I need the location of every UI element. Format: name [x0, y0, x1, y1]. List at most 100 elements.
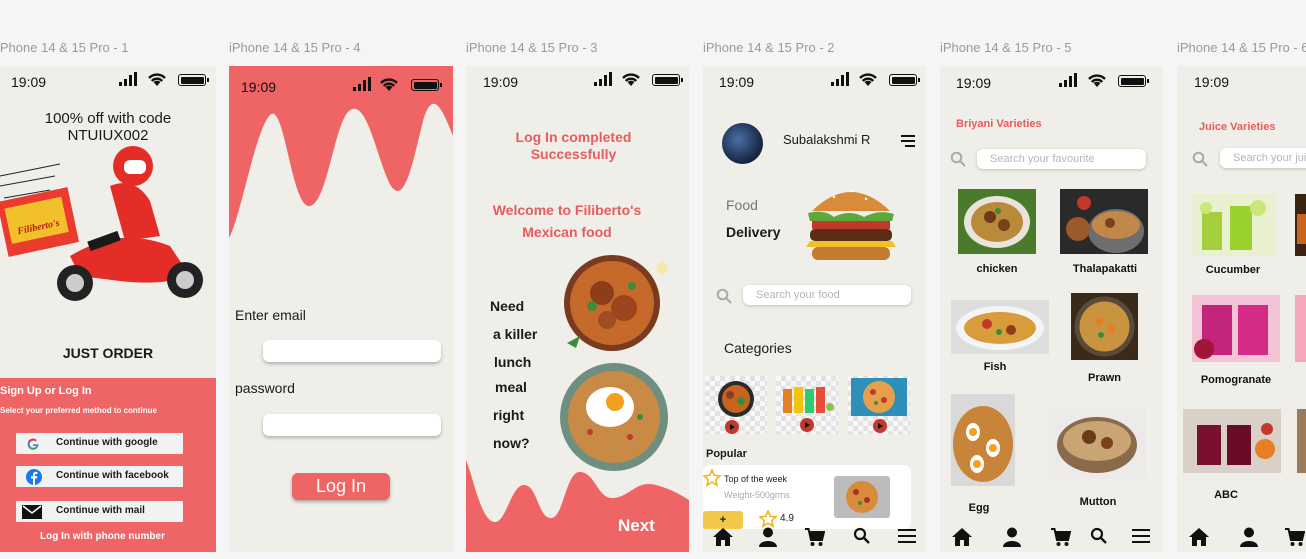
food-label: Egg: [968, 502, 990, 514]
profile-icon[interactable]: [1003, 527, 1021, 547]
tagline-line: Need: [490, 298, 525, 314]
search-input[interactable]: Search your food: [743, 285, 911, 305]
cart-icon[interactable]: [1285, 527, 1305, 547]
signal-icon: [831, 72, 849, 86]
status-time: 19:09: [1194, 74, 1230, 90]
categories-heading: Categories: [724, 340, 792, 356]
status-bar: 19:09: [466, 66, 689, 96]
search-nav-icon[interactable]: [1090, 527, 1108, 545]
user-name: Subalakshmi R: [783, 132, 871, 147]
juice-thumb-partial: [1295, 295, 1306, 362]
search-icon[interactable]: [716, 288, 732, 304]
signup-subtitle: Select your preferred method to continue: [0, 406, 157, 415]
burger-image: [806, 189, 896, 260]
top-of-week-label: Top of the week: [724, 474, 788, 484]
signal-icon: [353, 77, 371, 91]
frame-label-5: iPhone 14 & 15 Pro - 5: [940, 40, 1072, 55]
just-order-heading: JUST ORDER: [62, 345, 154, 361]
pomogranate-juice-image[interactable]: [1192, 295, 1280, 362]
success-message: Log In completed Successfully: [515, 129, 632, 162]
mail-icon: [22, 505, 42, 519]
screen-home: 19:09 Subalakshmi R Food Delivery Search…: [703, 66, 926, 552]
abc-juice-image[interactable]: [1183, 409, 1281, 473]
search-input[interactable]: Search your favourite: [977, 149, 1146, 169]
tagline-line: meal: [495, 379, 527, 395]
screen-login: 19:09 Enter email password Log In: [229, 66, 453, 552]
status-time: 19:09: [483, 74, 519, 90]
cucumber-juice-image[interactable]: [1192, 194, 1276, 256]
promo-text: 100% off with code NTUIUX002: [44, 110, 172, 144]
search-icon[interactable]: [950, 151, 966, 167]
fish-briyani-image[interactable]: [951, 300, 1049, 354]
wifi-icon: [148, 73, 166, 86]
search-nav-icon[interactable]: [853, 527, 871, 545]
home-icon[interactable]: [1188, 527, 1210, 547]
play-icon: [800, 418, 814, 432]
category-card[interactable]: [776, 376, 838, 434]
battery-icon: [411, 79, 442, 91]
status-bar: 19:09: [1177, 66, 1306, 96]
tagline-line: a killer: [493, 326, 538, 342]
star-outline-icon: [703, 469, 721, 487]
continue-mail-button[interactable]: Continue with mail: [16, 501, 183, 522]
category-curry-image: [718, 381, 754, 417]
signal-icon: [594, 72, 612, 86]
menu-nav-icon[interactable]: [898, 529, 916, 543]
chicken-briyani-image[interactable]: [958, 189, 1036, 254]
password-input[interactable]: [263, 414, 441, 436]
profile-icon[interactable]: [759, 527, 777, 547]
search-input[interactable]: Search your juice: [1220, 148, 1306, 168]
email-input[interactable]: [263, 340, 441, 362]
home-icon[interactable]: [951, 527, 973, 547]
avatar[interactable]: [722, 123, 763, 164]
thalapakatti-image[interactable]: [1060, 189, 1148, 254]
food-text: Food: [726, 197, 758, 213]
category-pizza-image: [851, 378, 907, 416]
frame-label-3: iPhone 14 & 15 Pro - 3: [466, 40, 598, 55]
next-button[interactable]: Next: [618, 516, 655, 536]
egg-briyani-image[interactable]: [951, 394, 1015, 486]
juice-thumb-partial: [1297, 409, 1306, 473]
status-bar: 19:09: [703, 66, 926, 96]
screen-welcome: 19:09 100% off with code NTUIUX002 Filib…: [0, 66, 216, 552]
phone-login-link[interactable]: Log In with phone number: [0, 531, 205, 542]
popular-pizza-image: [834, 476, 890, 518]
mutton-briyani-image[interactable]: [1049, 407, 1146, 479]
bottom-nav: [703, 522, 926, 552]
delivery-text: Delivery: [726, 224, 781, 240]
play-icon: [725, 420, 739, 434]
wifi-icon: [622, 73, 640, 86]
food-label: Fish: [983, 361, 1007, 373]
login-button[interactable]: Log In: [292, 473, 390, 500]
google-icon: [27, 438, 39, 450]
scooter-illustration: Filiberto's: [0, 146, 203, 301]
status-time: 19:09: [11, 74, 47, 90]
profile-icon[interactable]: [1240, 527, 1258, 547]
category-card[interactable]: [705, 376, 767, 434]
password-label: password: [235, 380, 295, 396]
weight-label: Weight-500grms: [724, 490, 790, 500]
tagline-line: right: [493, 407, 525, 423]
category-juice-image: [783, 387, 834, 413]
cart-icon[interactable]: [805, 527, 825, 547]
signup-panel: Sign Up or Log In Select your preferred …: [0, 378, 216, 552]
menu-nav-icon[interactable]: [1132, 529, 1150, 543]
home-icon[interactable]: [712, 527, 734, 547]
battery-icon: [889, 74, 920, 86]
page-title: Juice Varieties: [1199, 121, 1276, 133]
menu-icon[interactable]: [901, 134, 917, 148]
food-label: Cucumber: [1205, 264, 1261, 276]
status-time: 19:09: [956, 75, 992, 91]
continue-google-button[interactable]: Continue with google: [16, 433, 183, 454]
food-label: chicken: [976, 263, 1018, 275]
tagline: Need a killer lunch meal right now?: [490, 298, 540, 463]
status-time: 19:09: [719, 74, 755, 90]
cart-icon[interactable]: [1051, 527, 1071, 547]
prawn-briyani-image[interactable]: [1071, 293, 1138, 360]
search-icon[interactable]: [1192, 151, 1208, 167]
category-card[interactable]: [848, 376, 910, 434]
continue-facebook-button[interactable]: Continue with facebook: [16, 466, 183, 487]
signal-icon: [1059, 73, 1077, 87]
juice-thumb-partial: [1295, 194, 1306, 256]
frame-label-6: iPhone 14 & 15 Pro - 6: [1177, 40, 1306, 55]
